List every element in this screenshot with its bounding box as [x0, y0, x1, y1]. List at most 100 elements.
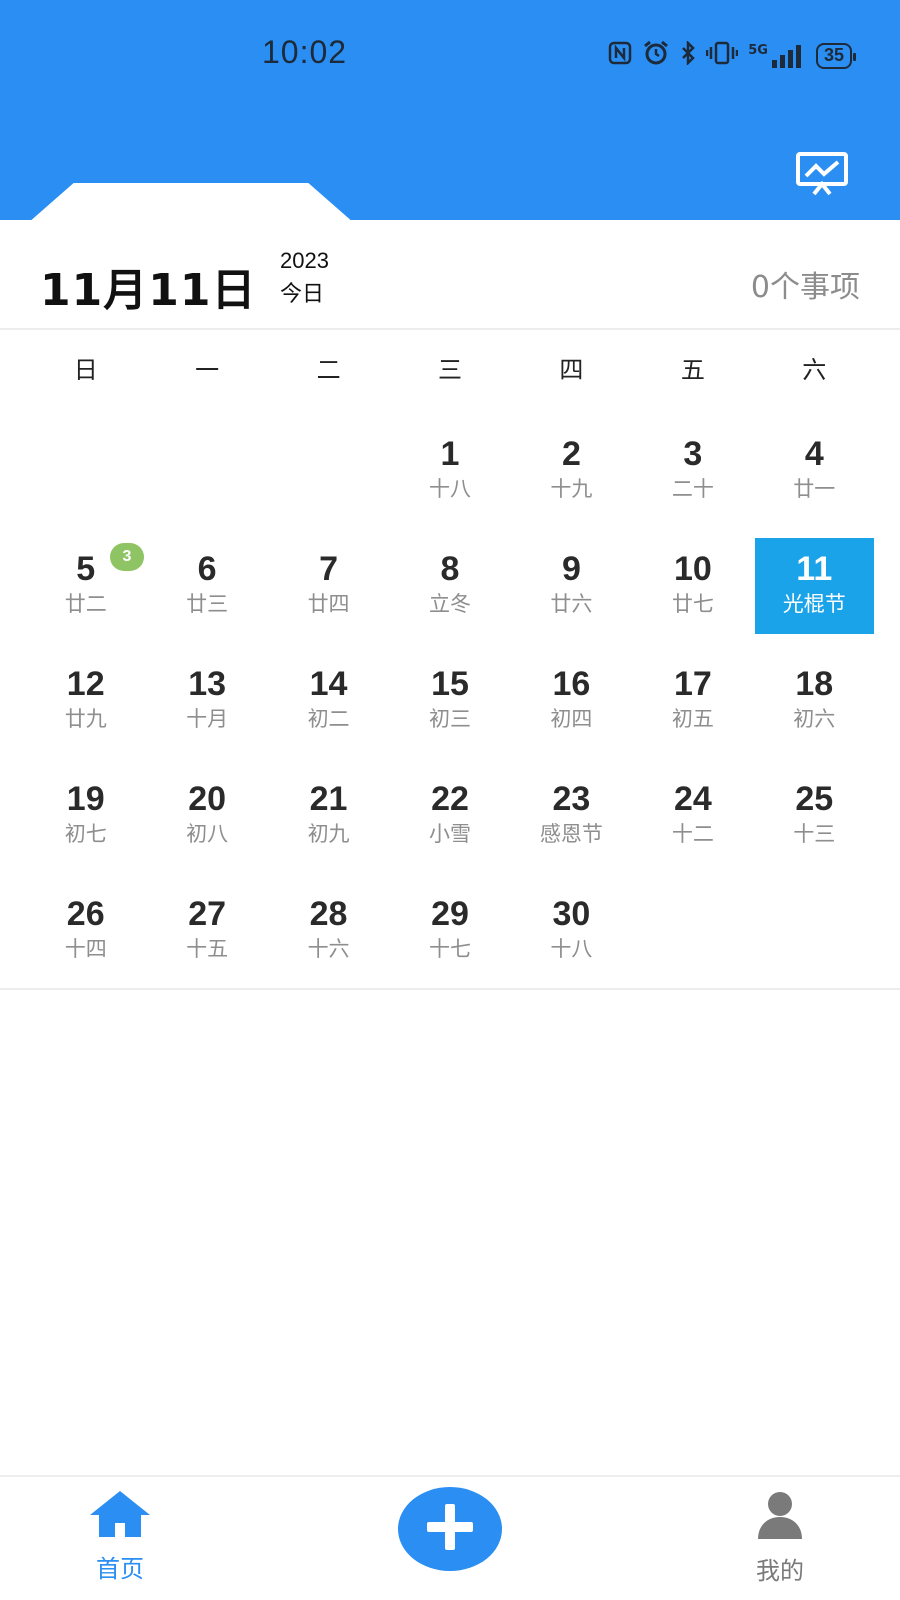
lunar-label: 初八 — [186, 822, 229, 846]
calendar-day[interactable]: 18 初六 — [754, 650, 875, 765]
lunar-label: 初五 — [671, 707, 714, 731]
day-number: 15 — [431, 665, 469, 703]
lunar-label: 廿四 — [307, 592, 350, 616]
calendar-day[interactable]: 16 初四 — [511, 650, 632, 765]
lunar-label: 初七 — [64, 822, 107, 846]
nav-home[interactable]: 首页 — [80, 1489, 160, 1589]
day-number: 6 — [197, 550, 217, 588]
current-year: 2023 — [280, 248, 329, 273]
weekday-wed: 三 — [437, 356, 462, 384]
day-number: 22 — [431, 780, 469, 818]
calendar-day[interactable]: 3 二十 — [632, 420, 753, 535]
calendar-day[interactable]: 8 立冬 — [389, 535, 510, 650]
lunar-label: 初三 — [428, 707, 471, 731]
lunar-label: 立冬 — [428, 592, 471, 616]
lunar-label: 十六 — [307, 937, 350, 961]
lunar-label: 二十 — [671, 477, 714, 501]
lunar-label: 光棍节 — [782, 592, 846, 616]
calendar-day[interactable]: 15 初三 — [389, 650, 510, 765]
signal-icon: 5G — [748, 44, 806, 68]
lunar-label: 初六 — [793, 707, 836, 731]
nav-mine-label: 我的 — [756, 1557, 804, 1585]
calendar-day[interactable]: 2 十九 — [511, 420, 632, 535]
app-header: 10:02 5G 35 — [0, 0, 900, 223]
calendar-day[interactable]: 20 初八 — [146, 765, 267, 880]
calendar-day[interactable]: 29 十七 — [389, 880, 510, 995]
calendar-day[interactable]: 28 十六 — [268, 880, 389, 995]
lunar-label: 初九 — [307, 822, 350, 846]
lunar-label: 小雪 — [428, 822, 471, 846]
weekday-header: 日 一 二 三 四 五 六 — [25, 350, 875, 390]
calendar-day[interactable]: 9 廿六 — [511, 535, 632, 650]
calendar-day[interactable]: 17 初五 — [632, 650, 753, 765]
lunar-label: 初四 — [550, 707, 593, 731]
calendar-day[interactable]: 27 十五 — [146, 880, 267, 995]
calendar-day[interactable]: 1 十八 — [389, 420, 510, 535]
day-number: 18 — [795, 665, 834, 703]
calendar-day-selected[interactable]: 11 光棍节 — [754, 538, 874, 634]
calendar-day[interactable]: 10 廿七 — [632, 535, 753, 650]
alarm-icon — [642, 40, 670, 71]
battery-indicator: 35 — [815, 42, 857, 69]
day-number: 30 — [552, 895, 591, 933]
weekday-sat: 六 — [802, 356, 827, 384]
network-type: 5G — [748, 42, 768, 58]
today-label: 今日 — [280, 282, 325, 307]
calendar-day[interactable]: 30 十八 — [511, 880, 632, 995]
day-number: 28 — [309, 895, 348, 933]
event-count[interactable]: 0个事项 — [751, 262, 860, 306]
calendar-day[interactable]: 6 廿三 — [146, 535, 267, 650]
bottom-nav: 首页 我的 — [0, 1475, 900, 1600]
calendar-day[interactable]: 24 十二 — [632, 765, 753, 880]
day-number: 2 — [561, 435, 581, 473]
status-icons: 5G 35 — [608, 39, 857, 71]
calendar-day[interactable]: 12 廿九 — [25, 650, 146, 765]
day-number: 24 — [673, 780, 712, 818]
lunar-label: 十九 — [550, 477, 593, 501]
lunar-label: 十五 — [186, 937, 229, 961]
lunar-label: 十八 — [428, 477, 471, 501]
calendar-day[interactable]: 7 廿四 — [268, 535, 389, 650]
day-number: 21 — [309, 780, 348, 818]
nav-mine[interactable]: 我的 — [740, 1489, 820, 1589]
day-number: 11 — [796, 550, 833, 588]
day-number: 8 — [440, 550, 460, 588]
lunar-label: 初二 — [307, 707, 350, 731]
day-number: 10 — [673, 550, 712, 588]
add-event-button[interactable] — [398, 1487, 502, 1571]
user-icon — [754, 1489, 806, 1545]
day-number: 3 — [683, 435, 703, 473]
calendar-day[interactable]: 22 小雪 — [389, 765, 510, 880]
lunar-label: 廿一 — [793, 477, 836, 501]
header-tab-shape — [28, 183, 354, 223]
day-number: 7 — [319, 550, 339, 588]
calendar-day[interactable]: 13 十月 — [146, 650, 267, 765]
day-number: 17 — [673, 665, 712, 703]
calendar-grid: 1 十八 2 十九 3 二十 4 廿一 5 廿二 3 6 廿三 7 廿四 8 立冬 9 廿六 10 廿七 11 光棍节 12 廿… — [25, 420, 875, 995]
lunar-label: 廿二 — [64, 592, 107, 616]
calendar-day[interactable]: 14 初二 — [268, 650, 389, 765]
calendar-day[interactable]: 4 廿一 — [754, 420, 875, 535]
day-number: 4 — [804, 435, 824, 473]
lunar-label: 十七 — [428, 937, 471, 961]
lunar-label: 十三 — [793, 822, 836, 846]
bluetooth-icon — [680, 39, 696, 70]
day-number: 26 — [66, 895, 105, 933]
current-date[interactable]: 11月11日 — [40, 254, 256, 318]
calendar-day[interactable]: 5 廿二 3 — [25, 535, 146, 650]
calendar-day[interactable]: 25 十三 — [754, 765, 875, 880]
calendar-day[interactable]: 23 感恩节 — [511, 765, 632, 880]
divider-top — [0, 328, 900, 330]
plus-icon — [423, 1500, 477, 1558]
calendar-day[interactable]: 19 初七 — [25, 765, 146, 880]
screen-chart-icon[interactable] — [794, 150, 850, 196]
day-number: 12 — [66, 665, 105, 703]
day-number: 27 — [188, 895, 227, 933]
status-time: 10:02 — [262, 34, 348, 70]
calendar-day[interactable]: 21 初九 — [268, 765, 389, 880]
calendar-day[interactable]: 26 十四 — [25, 880, 146, 995]
home-icon — [88, 1489, 152, 1543]
day-number: 25 — [795, 780, 834, 818]
day-number: 29 — [431, 895, 469, 933]
lunar-label: 十月 — [186, 707, 229, 731]
